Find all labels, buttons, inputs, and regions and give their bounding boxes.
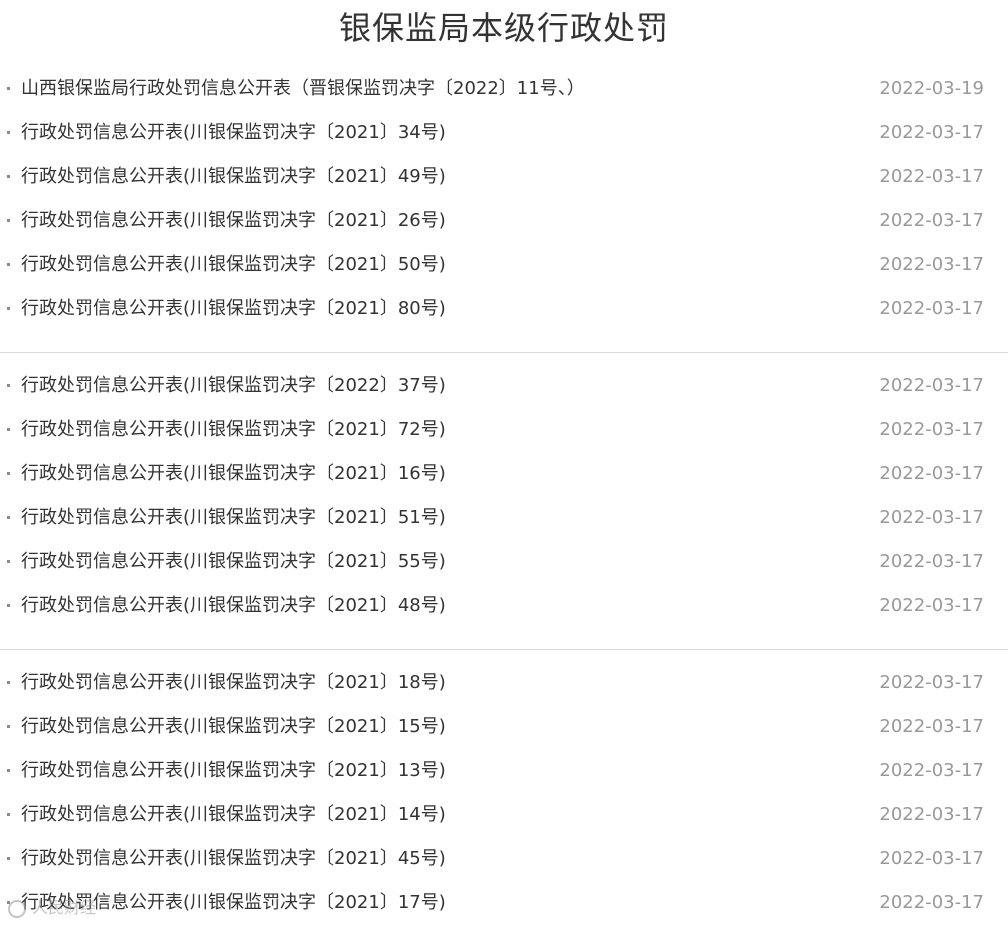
bullet-icon: [7, 384, 10, 387]
list-item-date: 2022-03-17: [879, 848, 984, 869]
list-item: 行政处罚信息公开表(川银保监罚决字〔2021〕80号) 2022-03-17: [0, 287, 1008, 331]
bullet-icon: [7, 560, 10, 563]
list-item-link[interactable]: 行政处罚信息公开表(川银保监罚决字〔2021〕80号): [21, 287, 446, 331]
list-item-date: 2022-03-17: [879, 210, 984, 231]
list-item-date: 2022-03-17: [879, 463, 984, 484]
list-item-date: 2022-03-17: [879, 122, 984, 143]
list-item-link[interactable]: 行政处罚信息公开表(川银保监罚决字〔2021〕14号): [21, 793, 446, 837]
list-item: 行政处罚信息公开表(川银保监罚决字〔2021〕15号) 2022-03-17: [0, 705, 1008, 749]
list-item-link[interactable]: 行政处罚信息公开表(川银保监罚决字〔2021〕18号): [21, 661, 446, 705]
list-group: 山西银保监局行政处罚信息公开表（晋银保监罚决字〔2022〕11号、） 2022-…: [0, 67, 1008, 331]
penalty-list: 山西银保监局行政处罚信息公开表（晋银保监罚决字〔2022〕11号、） 2022-…: [0, 67, 1008, 925]
page-title: 银保监局本级行政处罚: [338, 9, 669, 47]
list-item-date: 2022-03-17: [879, 892, 984, 913]
list-item: 行政处罚信息公开表(川银保监罚决字〔2021〕34号) 2022-03-17: [0, 111, 1008, 155]
list-group: 行政处罚信息公开表(川银保监罚决字〔2021〕18号) 2022-03-17 行…: [0, 649, 1008, 925]
bullet-icon: [7, 813, 10, 816]
bullet-icon: [7, 472, 10, 475]
list-item: 行政处罚信息公开表(川银保监罚决字〔2021〕45号) 2022-03-17: [0, 837, 1008, 881]
list-item-link[interactable]: 行政处罚信息公开表(川银保监罚决字〔2021〕26号): [21, 199, 446, 243]
list-item: 行政处罚信息公开表(川银保监罚决字〔2021〕13号) 2022-03-17: [0, 749, 1008, 793]
list-item-date: 2022-03-17: [879, 166, 984, 187]
list-item: 行政处罚信息公开表(川银保监罚决字〔2021〕18号) 2022-03-17: [0, 661, 1008, 705]
list-item-link[interactable]: 行政处罚信息公开表(川银保监罚决字〔2021〕16号): [21, 452, 446, 496]
watermark: 人民财经: [8, 896, 96, 920]
bullet-icon: [7, 219, 10, 222]
bullet-icon: [7, 131, 10, 134]
list-group: 行政处罚信息公开表(川银保监罚决字〔2022〕37号) 2022-03-17 行…: [0, 352, 1008, 628]
list-item: 行政处罚信息公开表(川银保监罚决字〔2021〕14号) 2022-03-17: [0, 793, 1008, 837]
list-item: 行政处罚信息公开表(川银保监罚决字〔2021〕72号) 2022-03-17: [0, 408, 1008, 452]
list-item-link[interactable]: 行政处罚信息公开表(川银保监罚决字〔2021〕48号): [21, 584, 446, 628]
list-item: 行政处罚信息公开表(川银保监罚决字〔2021〕55号) 2022-03-17: [0, 540, 1008, 584]
list-item: 山西银保监局行政处罚信息公开表（晋银保监罚决字〔2022〕11号、） 2022-…: [0, 67, 1008, 111]
list-item-link[interactable]: 行政处罚信息公开表(川银保监罚决字〔2021〕51号): [21, 496, 446, 540]
list-item-link[interactable]: 行政处罚信息公开表(川银保监罚决字〔2021〕34号): [21, 111, 446, 155]
list-item-date: 2022-03-17: [879, 507, 984, 528]
list-item-link[interactable]: 行政处罚信息公开表(川银保监罚决字〔2021〕55号): [21, 540, 446, 584]
list-item-date: 2022-03-17: [879, 804, 984, 825]
list-item: 行政处罚信息公开表(川银保监罚决字〔2021〕17号) 2022-03-17: [0, 881, 1008, 925]
watermark-text: 人民财经: [32, 898, 97, 917]
bullet-icon: [7, 428, 10, 431]
list-item-link[interactable]: 行政处罚信息公开表(川银保监罚决字〔2021〕45号): [21, 837, 446, 881]
list-item-date: 2022-03-17: [879, 716, 984, 737]
list-item: 行政处罚信息公开表(川银保监罚决字〔2022〕37号) 2022-03-17: [0, 364, 1008, 408]
bullet-icon: [7, 307, 10, 310]
list-item-link[interactable]: 行政处罚信息公开表(川银保监罚决字〔2021〕13号): [21, 749, 446, 793]
bullet-icon: [7, 857, 10, 860]
list-item-date: 2022-03-17: [879, 551, 984, 572]
list-item: 行政处罚信息公开表(川银保监罚决字〔2021〕51号) 2022-03-17: [0, 496, 1008, 540]
list-item-link[interactable]: 山西银保监局行政处罚信息公开表（晋银保监罚决字〔2022〕11号、）: [21, 67, 585, 111]
list-item-link[interactable]: 行政处罚信息公开表(川银保监罚决字〔2021〕15号): [21, 705, 446, 749]
list-item-date: 2022-03-17: [879, 760, 984, 781]
list-item: 行政处罚信息公开表(川银保监罚决字〔2021〕16号) 2022-03-17: [0, 452, 1008, 496]
list-item-date: 2022-03-19: [879, 78, 984, 99]
bullet-icon: [7, 175, 10, 178]
list-item-date: 2022-03-17: [879, 375, 984, 396]
bullet-icon: [7, 725, 10, 728]
bullet-icon: [7, 516, 10, 519]
list-item-link[interactable]: 行政处罚信息公开表(川银保监罚决字〔2022〕37号): [21, 364, 446, 408]
list-item-link[interactable]: 行政处罚信息公开表(川银保监罚决字〔2021〕72号): [21, 408, 446, 452]
list-item: 行政处罚信息公开表(川银保监罚决字〔2021〕50号) 2022-03-17: [0, 243, 1008, 287]
list-item-link[interactable]: 行政处罚信息公开表(川银保监罚决字〔2021〕50号): [21, 243, 446, 287]
bullet-icon: [7, 604, 10, 607]
bullet-icon: [7, 681, 10, 684]
bullet-icon: [7, 769, 10, 772]
list-item-date: 2022-03-17: [879, 419, 984, 440]
list-item-date: 2022-03-17: [879, 298, 984, 319]
list-item: 行政处罚信息公开表(川银保监罚决字〔2021〕48号) 2022-03-17: [0, 584, 1008, 628]
list-item-date: 2022-03-17: [879, 672, 984, 693]
list-item-date: 2022-03-17: [879, 254, 984, 275]
list-item: 行政处罚信息公开表(川银保监罚决字〔2021〕26号) 2022-03-17: [0, 199, 1008, 243]
bullet-icon: [7, 263, 10, 266]
list-item-date: 2022-03-17: [879, 595, 984, 616]
bullet-icon: [7, 87, 10, 90]
list-item-link[interactable]: 行政处罚信息公开表(川银保监罚决字〔2021〕49号): [21, 155, 446, 199]
list-item: 行政处罚信息公开表(川银保监罚决字〔2021〕49号) 2022-03-17: [0, 155, 1008, 199]
circle-logo-icon: [8, 899, 26, 918]
